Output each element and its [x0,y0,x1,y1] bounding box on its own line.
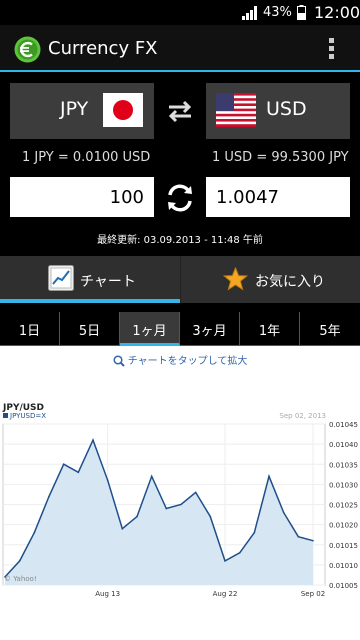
data-point [150,475,153,478]
tab-chart[interactable]: チャート [0,256,180,303]
y-tick-label: 0.01020 [329,522,358,530]
data-point [77,471,80,474]
signal-icon [242,6,257,20]
period-1y[interactable]: 1年 [240,312,300,346]
data-point [4,576,6,578]
y-tick-label: 0.01035 [329,461,358,469]
data-point [136,515,138,518]
us-flag-icon [216,93,256,127]
last-updated-text: 最終更新: 03.09.2013 - 11:48 午前 [97,235,263,246]
data-point [238,552,241,554]
overflow-menu-icon[interactable] [322,35,342,63]
data-point [209,515,212,518]
period-selector: 1日 5日 1ヶ月 3ヶ月 1年 5年 [0,312,360,346]
data-point [62,463,65,466]
to-currency-code: USD [266,98,307,120]
legend-swatch [3,413,8,418]
app-title: Currency FX [48,38,158,59]
data-point [253,531,256,534]
y-tick-label: 0.01045 [329,421,358,429]
period-5y[interactable]: 5年 [300,312,360,346]
from-currency-selector[interactable]: JPY [10,83,154,139]
y-tick-label: 0.01010 [329,562,358,570]
chart-icon [48,265,74,291]
data-point [268,475,270,478]
period-1m[interactable]: 1ヶ月 [120,312,180,346]
chart-date-label: Sep 02, 2013 [279,412,326,420]
clock: 12:00 [314,3,360,22]
euro-app-icon [14,36,41,63]
from-currency-code: JPY [60,98,89,120]
to-amount-input[interactable]: 1.0047 [206,177,350,217]
battery-percent: 43% [263,5,292,20]
from-rate-text: 1 JPY = 0.0100 USD [22,150,151,165]
refresh-icon[interactable] [162,181,198,215]
tab-favorites[interactable]: お気に入り [180,256,360,303]
data-point [33,531,36,534]
period-1d[interactable]: 1日 [0,312,60,346]
data-point [165,507,168,510]
data-point [121,527,124,530]
yahoo-watermark: © Yahoo! [4,575,37,583]
y-tick-label: 0.01015 [329,542,358,550]
tab-favorites-label: お気に入り [255,274,325,290]
chart-area[interactable]: チャートをタップして拡大 JPY/USD JPYUSD=X Sep 02, 20… [0,346,360,640]
data-point [92,439,94,441]
legend-label: JPYUSD=X [9,412,46,420]
action-bar: Currency FX [0,25,360,72]
fx-chart: JPY/USD JPYUSD=X Sep 02, 2013 0.010450.0… [2,403,358,598]
data-point [224,560,226,562]
y-tick-label: 0.01040 [329,441,358,449]
y-tick-label: 0.01005 [329,582,358,590]
from-amount-input[interactable]: 100 [10,177,154,217]
data-point [48,495,50,498]
tab-chart-label: チャート [80,274,136,290]
x-tick-label: Aug 22 [213,590,238,598]
to-currency-selector[interactable]: USD [206,83,350,139]
x-tick-label: Sep 02 [301,590,325,598]
star-icon [223,267,248,291]
period-3m[interactable]: 3ヶ月 [180,312,240,346]
data-point [297,535,300,538]
y-tick-label: 0.01025 [329,502,358,510]
x-tick-label: Aug 13 [95,590,120,598]
series-fill [5,440,313,585]
data-point [194,491,197,494]
battery-icon [297,5,306,20]
data-point [312,539,314,542]
status-bar: 43% 12:00 [0,0,360,25]
y-tick-label: 0.01030 [329,481,358,489]
data-point [282,511,285,514]
period-5d[interactable]: 5日 [60,312,120,346]
swap-icon[interactable] [163,98,197,124]
data-point [18,560,21,562]
tab-bar: チャート お気に入り [0,256,360,303]
data-point [180,503,182,506]
to-rate-text: 1 USD = 99.5300 JPY [212,150,349,165]
japan-flag-icon [103,93,143,127]
data-point [106,479,109,482]
